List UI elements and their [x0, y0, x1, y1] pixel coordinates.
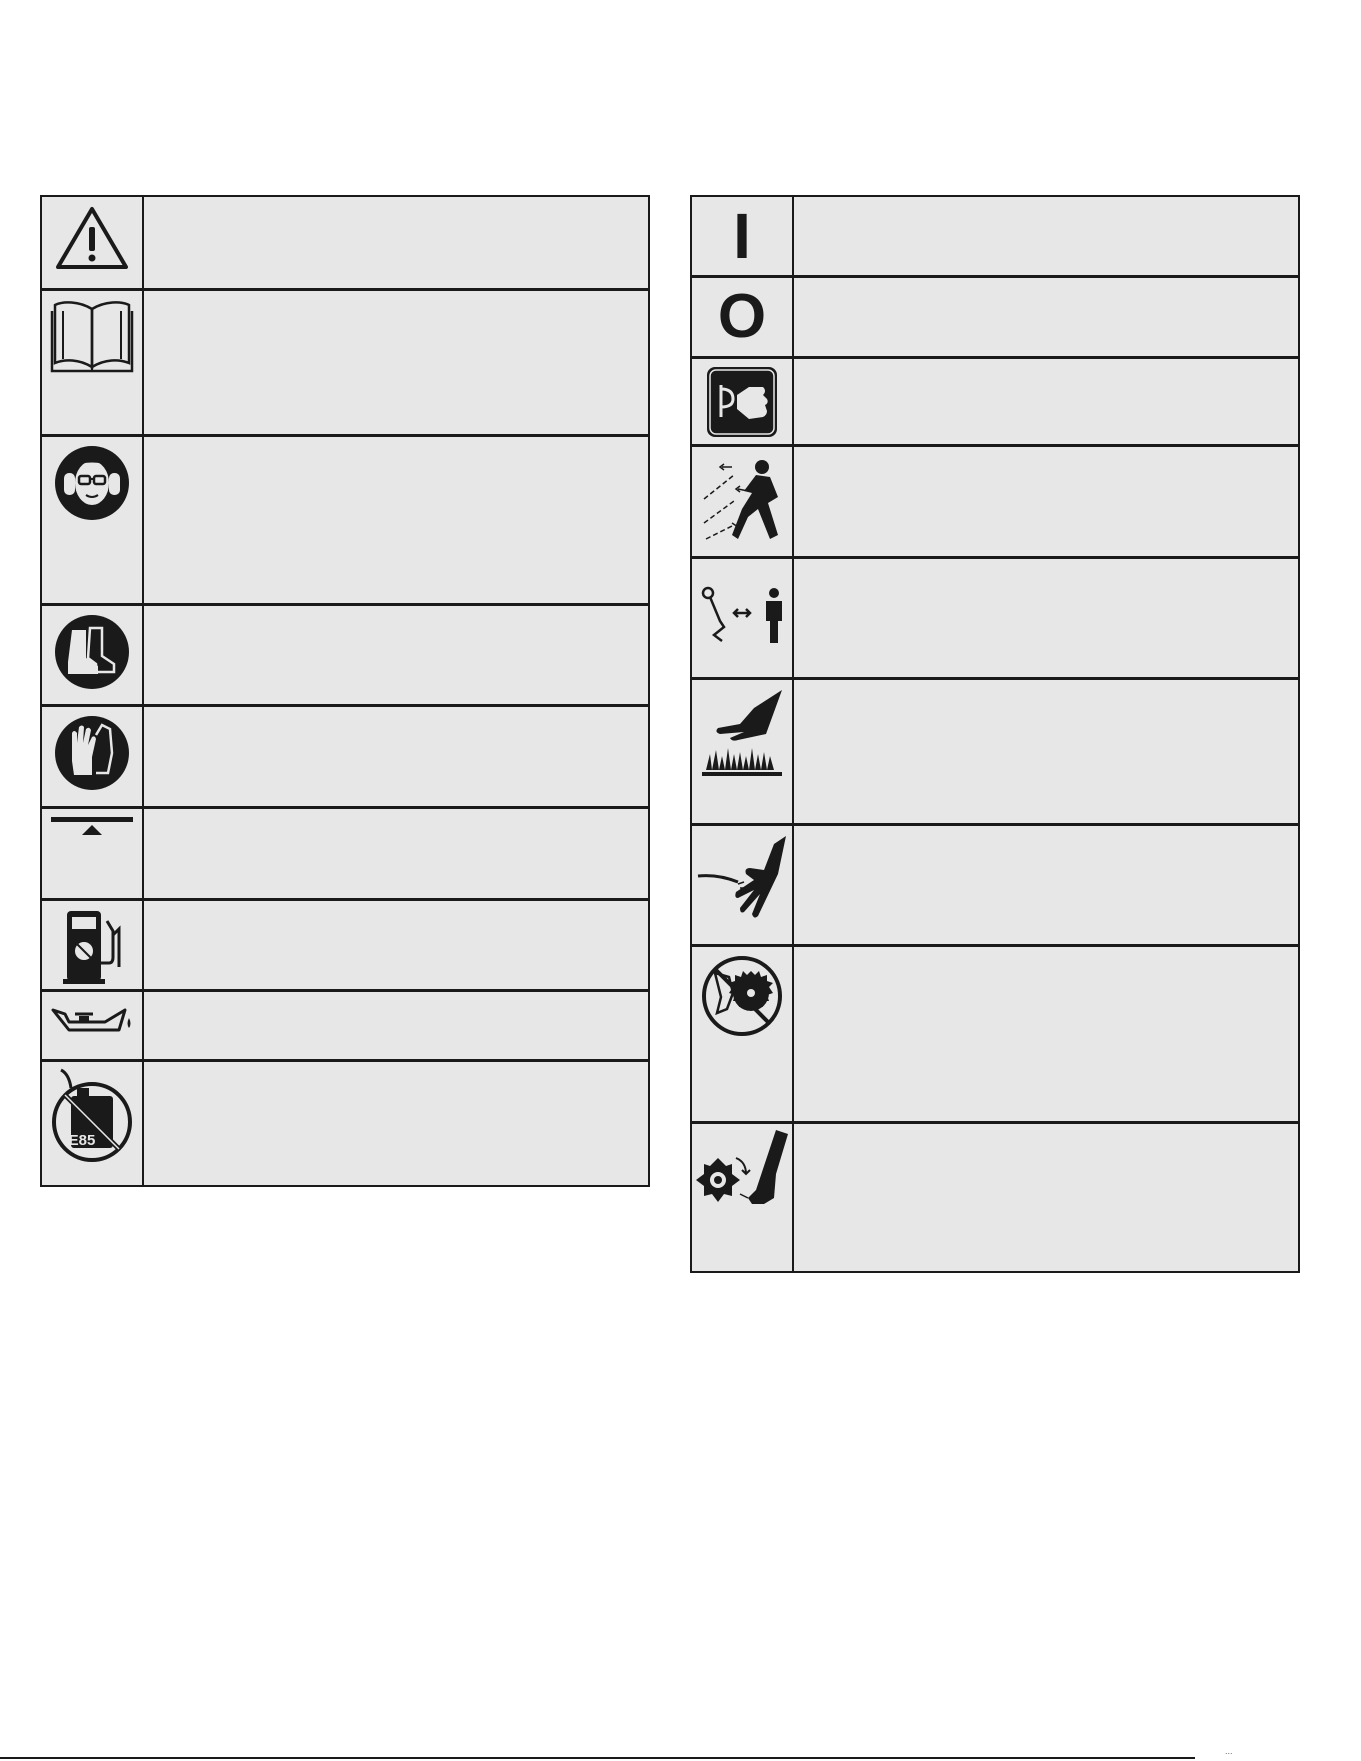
symbol-description	[794, 680, 1298, 823]
symbol-row-primer	[692, 359, 1298, 447]
no-e85-fuel-icon: E85	[52, 1068, 132, 1162]
icon-cell	[42, 707, 144, 806]
symbol-description	[794, 947, 1298, 1121]
read-manual-icon	[50, 301, 134, 373]
symbol-description	[794, 826, 1298, 944]
on-switch-icon: I	[733, 200, 751, 272]
symbol-row-eye-ear-protection	[42, 437, 648, 606]
eye-ear-protection-icon	[55, 446, 129, 520]
footer-rule	[0, 1757, 1195, 1759]
safety-boots-icon	[55, 615, 129, 689]
symbol-row-off: O	[692, 278, 1298, 359]
thrown-objects-icon	[703, 460, 778, 540]
icon-cell	[42, 197, 144, 288]
symbol-description	[794, 559, 1298, 677]
symbol-row-gloves	[42, 707, 648, 809]
icon-cell	[42, 901, 144, 989]
symbol-description	[794, 1124, 1298, 1271]
icon-cell: E85	[42, 1062, 144, 1185]
icon-cell	[692, 559, 794, 677]
symbol-row-fuel	[42, 901, 648, 992]
warning-triangle-icon	[56, 207, 128, 269]
symbol-row-no-e85: E85	[42, 1062, 648, 1185]
symbol-row-warning	[42, 197, 648, 291]
blade-cut-foot-icon	[696, 1130, 788, 1204]
symbol-description	[144, 291, 648, 434]
off-switch-icon: O	[717, 282, 767, 351]
symbol-row-oil	[42, 992, 648, 1062]
line-cut-hand-icon	[697, 836, 786, 918]
icon-cell	[42, 992, 144, 1059]
symbol-row-choke	[42, 809, 648, 901]
symbol-description	[144, 1062, 648, 1185]
icon-cell: O	[692, 278, 794, 356]
symbol-row-thrown-objects	[692, 447, 1298, 559]
symbol-description	[144, 197, 648, 288]
symbol-row-no-saw-blade	[692, 947, 1298, 1124]
symbol-description	[144, 992, 648, 1059]
symbol-row-boots	[42, 606, 648, 707]
symbol-row-blade-cut-foot	[692, 1124, 1298, 1271]
icon-cell	[692, 1124, 794, 1271]
gloves-icon	[55, 716, 129, 790]
icon-cell	[692, 826, 794, 944]
icon-cell	[42, 291, 144, 434]
symbol-description	[794, 278, 1298, 356]
fuel-pump-icon	[63, 911, 121, 984]
icon-cell	[42, 606, 144, 704]
keep-distance-icon	[701, 586, 782, 643]
safety-symbols-table-right: I O	[690, 195, 1300, 1273]
symbol-row-manual	[42, 291, 648, 437]
symbol-row-hot-surface	[692, 680, 1298, 826]
symbol-description	[144, 606, 648, 704]
symbol-description	[144, 707, 648, 806]
primer-bulb-icon	[707, 367, 777, 437]
symbol-row-line-cut	[692, 826, 1298, 947]
icon-cell	[692, 947, 794, 1121]
symbol-description	[794, 447, 1298, 556]
icon-cell	[692, 359, 794, 444]
icon-cell	[42, 809, 144, 898]
symbol-description	[144, 437, 648, 603]
icon-cell: I	[692, 197, 794, 275]
symbol-row-on: I	[692, 197, 1298, 278]
symbol-row-keep-distance	[692, 559, 1298, 680]
symbol-description	[794, 359, 1298, 444]
oil-can-icon	[51, 1008, 131, 1032]
symbol-description	[144, 901, 648, 989]
symbol-description	[794, 197, 1298, 275]
no-saw-blade-icon	[702, 956, 782, 1036]
choke-lever-icon	[51, 817, 133, 835]
icon-cell	[692, 680, 794, 823]
symbol-description	[144, 809, 648, 898]
footer-text: ...	[1225, 1746, 1233, 1756]
icon-cell	[42, 437, 144, 603]
e85-label: E85	[69, 1132, 96, 1149]
safety-symbols-table-left: E85	[40, 195, 650, 1187]
hot-surface-icon	[702, 690, 782, 776]
icon-cell	[692, 447, 794, 556]
